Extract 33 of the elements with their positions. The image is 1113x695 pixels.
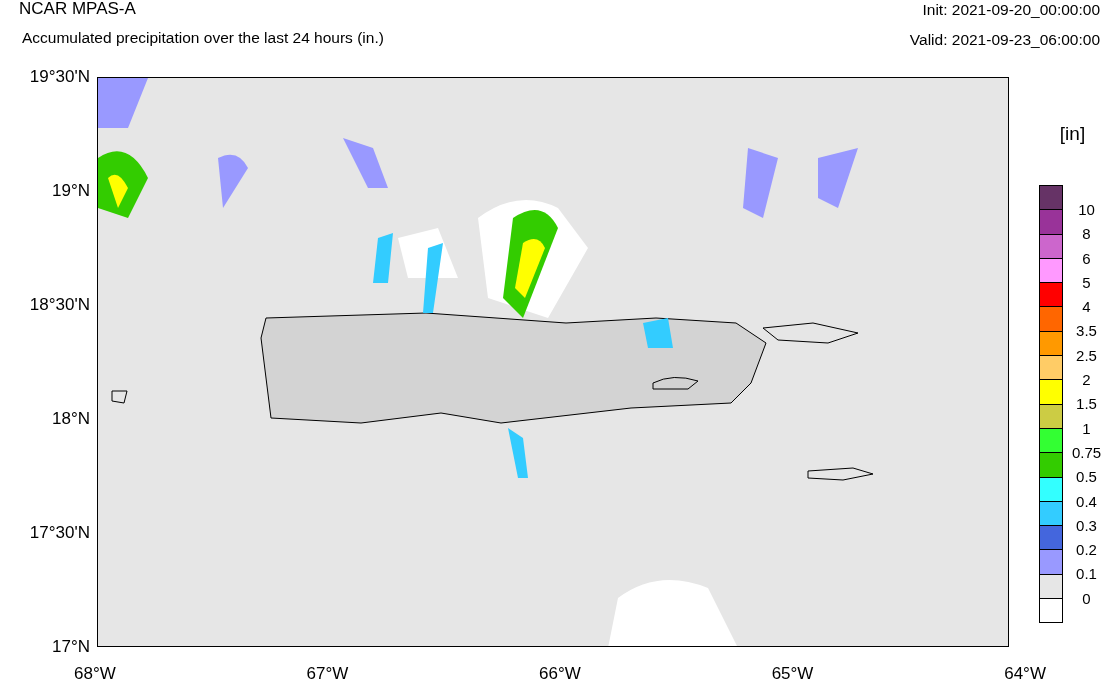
scale-label: 0.3 <box>1076 515 1097 536</box>
longitude-label: 66°W <box>539 664 581 684</box>
scale-label: 2.5 <box>1076 345 1097 366</box>
longitude-label: 68°W <box>74 664 116 684</box>
plot-subtitle: Accumulated precipitation over the last 24 hours (in.) <box>22 29 384 47</box>
scale-label: 1 <box>1082 418 1091 439</box>
latitude-label: 18°30'N <box>29 295 90 315</box>
scale-label: 1.5 <box>1076 394 1097 415</box>
latitude-label: 17°N <box>52 637 90 657</box>
unit-label: [in] <box>1059 123 1086 145</box>
scale-label: 0.4 <box>1076 491 1097 512</box>
scale-label: 6 <box>1082 248 1091 269</box>
latitude-label: 18°N <box>52 409 90 429</box>
scale-label: 0.2 <box>1076 540 1097 561</box>
latitude-label: 19°N <box>52 181 90 201</box>
scale-label: 8 <box>1082 224 1091 245</box>
scale-label: 5 <box>1082 272 1091 293</box>
scale-label: 0.75 <box>1071 442 1102 463</box>
latitude-label: 17°30'N <box>29 523 90 543</box>
scale-label: 0.1 <box>1076 564 1097 585</box>
longitude-label: 64°W <box>1004 664 1046 684</box>
scale-label: 0 <box>1082 588 1091 609</box>
latitude-label: 19°30'N <box>29 67 90 87</box>
longitude-label: 65°W <box>771 664 814 684</box>
model-title: NCAR MPAS-A <box>19 0 137 19</box>
scale-label: 4 <box>1082 297 1091 318</box>
longitude-label: 67°W <box>306 664 349 684</box>
scale-label: 3.5 <box>1076 321 1097 342</box>
init-time: Init: 2021-09-20_00:00:00 <box>922 1 1100 19</box>
valid-time: Valid: 2021-09-23_06:00:00 <box>909 31 1100 49</box>
scale-label: 10 <box>1078 200 1095 220</box>
scale-label: 0.5 <box>1076 467 1097 488</box>
scale-label: 2 <box>1082 370 1091 391</box>
